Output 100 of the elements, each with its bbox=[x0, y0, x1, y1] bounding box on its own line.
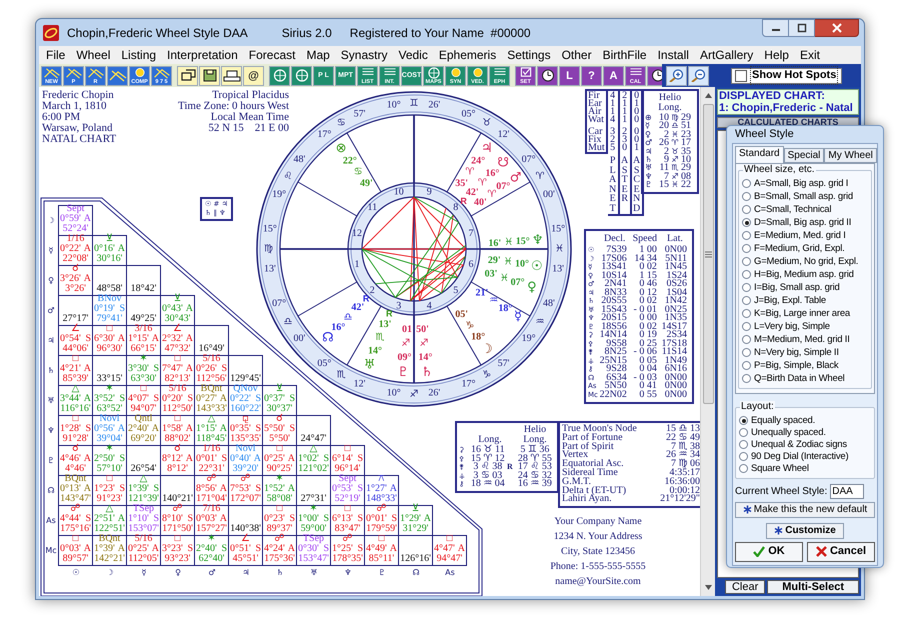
aspect-angle: 39°04' bbox=[96, 434, 122, 444]
radio-option[interactable]: H=Big, Medium asp. grid bbox=[742, 268, 854, 280]
house-number: 2 bbox=[370, 285, 375, 296]
radio-option[interactable]: P=Big, Simple, Black bbox=[742, 360, 838, 372]
toolbar-button[interactable]: L bbox=[559, 66, 580, 86]
radio-option[interactable]: Equally spaced. bbox=[739, 414, 816, 426]
radio-option[interactable]: J=Big, Expl. Table bbox=[742, 294, 826, 306]
toolbar-button[interactable] bbox=[537, 66, 558, 86]
radio-option[interactable]: Square Wheel bbox=[739, 462, 809, 474]
aspect-angle: 143°47' bbox=[60, 494, 91, 504]
menu-item[interactable]: File bbox=[45, 46, 66, 64]
aspect-label: 3/16 bbox=[134, 324, 152, 334]
cusp-degree: 07° bbox=[272, 298, 286, 309]
radio-option[interactable]: A=Small, Big asp. grid I bbox=[742, 178, 848, 190]
radio-option[interactable]: 90 Deg Dial (Interactive) bbox=[739, 450, 848, 462]
customize-button[interactable]: Customize bbox=[766, 522, 844, 538]
phase-mark: S bbox=[153, 394, 159, 404]
menu-item[interactable]: BirthFile bbox=[602, 46, 648, 64]
phase-mark: S bbox=[187, 514, 193, 524]
radio-option[interactable]: L=Very big, Simple bbox=[742, 320, 830, 332]
row-label: ♀ bbox=[47, 275, 55, 287]
app-version: Sirius 2.0 bbox=[282, 24, 332, 42]
radio-option[interactable]: K=Big, Large inner area bbox=[742, 308, 850, 320]
toolbar-button[interactable]: ? bbox=[581, 66, 602, 86]
tab[interactable]: Special bbox=[784, 148, 824, 162]
phase-mark: A bbox=[84, 544, 91, 554]
aspect-label: △ bbox=[208, 414, 216, 424]
maximize-button[interactable] bbox=[789, 19, 815, 37]
toolbar-button[interactable] bbox=[177, 66, 198, 86]
helio-degree: 9 bbox=[664, 156, 669, 164]
radio-option[interactable]: E=Medium, Med. grid I bbox=[742, 230, 846, 242]
orb-value: 8°12' bbox=[162, 454, 183, 464]
menu-item[interactable]: Forecast bbox=[248, 46, 296, 64]
hot-spots-checkbox[interactable]: Show Hot Spots bbox=[731, 68, 842, 84]
toolbar-button[interactable]: A bbox=[603, 66, 624, 86]
toolbar-button[interactable] bbox=[647, 66, 662, 86]
aspect-angle: 157°27' bbox=[196, 524, 227, 534]
menu-item[interactable]: Help bbox=[763, 46, 790, 64]
menu-item[interactable]: Install bbox=[656, 46, 690, 64]
point-label: Part of Spirit bbox=[562, 442, 614, 452]
radio-option[interactable]: C=Small, Technical bbox=[742, 204, 832, 216]
table-cell-text: 25N15 bbox=[600, 356, 628, 365]
radio-option[interactable]: F=Medium, Grid, Expl. bbox=[742, 242, 845, 254]
radio-option[interactable]: Q=Birth Data in Wheel bbox=[742, 372, 845, 384]
retrograde-mark: R bbox=[460, 196, 467, 206]
close-button[interactable] bbox=[815, 19, 859, 37]
default-button[interactable]: Make this the new default bbox=[735, 502, 875, 518]
menu-item[interactable]: Wheel bbox=[75, 46, 112, 64]
radio-option[interactable]: B=Small, Small asp. grid bbox=[742, 190, 853, 202]
planet-degree: 07° bbox=[496, 180, 510, 192]
menu-item[interactable]: Interpretation bbox=[166, 46, 239, 64]
current-style-field[interactable]: DAA bbox=[830, 484, 864, 498]
house-number: 1 bbox=[354, 258, 360, 270]
radio-option[interactable]: M=Medium, Med. grid II bbox=[742, 334, 850, 346]
menu-item[interactable]: Settings bbox=[506, 46, 552, 64]
menu-item[interactable]: Ephemeris bbox=[438, 46, 498, 64]
aspect-angle: 44°06' bbox=[62, 344, 88, 354]
scrollbar-thumb[interactable] bbox=[702, 104, 714, 404]
radio-option[interactable]: I=Big, Small asp. grid bbox=[742, 282, 840, 294]
table-cell-text: 2S34 bbox=[666, 331, 688, 340]
toolbar-button[interactable] bbox=[666, 66, 687, 86]
tab[interactable]: My Wheel bbox=[824, 148, 877, 162]
phase-mark: S bbox=[357, 484, 363, 494]
toolbar-button[interactable] bbox=[688, 66, 709, 86]
aspect-angle: 27°17' bbox=[62, 314, 88, 324]
panel-button[interactable]: Multi-Select bbox=[767, 580, 859, 594]
aspect-label: ⊻ bbox=[106, 234, 114, 244]
aspect-angle: 148°33' bbox=[366, 494, 397, 504]
radio-option[interactable]: Unequally spaced. bbox=[739, 426, 826, 438]
panel-button[interactable]: Clear bbox=[724, 580, 766, 594]
tab[interactable]: Standard bbox=[735, 146, 784, 162]
menu-item[interactable]: Exit bbox=[798, 46, 821, 64]
menu-item[interactable]: Other bbox=[560, 46, 593, 64]
cancel-button[interactable]: Cancel bbox=[807, 542, 875, 562]
planet-degree: 24° bbox=[471, 155, 486, 166]
toolbar-button[interactable]: @ bbox=[243, 66, 264, 86]
minimize-button[interactable] bbox=[762, 19, 789, 37]
zodiac-sign: ♐ bbox=[670, 172, 680, 181]
ok-button[interactable]: OK bbox=[735, 542, 803, 562]
toolbar-button[interactable] bbox=[199, 66, 220, 86]
zodiac-sign: ♓ bbox=[670, 130, 680, 139]
company-text: City, State 123456 bbox=[560, 547, 636, 557]
menu-item[interactable]: Listing bbox=[120, 46, 158, 64]
point-value: 16:36:00 bbox=[664, 478, 700, 487]
menu-item[interactable]: Synastry bbox=[340, 46, 388, 64]
radio-option[interactable]: D=Small, Big asp. grid II bbox=[742, 216, 852, 228]
phase-mark: A bbox=[152, 544, 159, 554]
element-label: Fix bbox=[588, 136, 602, 144]
helio-minute: 35 bbox=[681, 148, 692, 156]
radio-option[interactable]: Unequal & Zodiac signs bbox=[739, 438, 847, 450]
chart-info-text: Tropical Placidus bbox=[212, 90, 289, 101]
zodiac-sign: ♓ bbox=[504, 236, 514, 248]
menu-item[interactable]: Map bbox=[305, 46, 331, 64]
phase-mark: S bbox=[255, 424, 261, 434]
radio-option[interactable]: G=Medium, No grid, Expl. bbox=[742, 256, 858, 268]
menu-item[interactable]: ArtGallery bbox=[698, 46, 754, 64]
menu-item[interactable]: Vedic bbox=[397, 46, 429, 64]
orb-value: 0°13' bbox=[60, 484, 81, 494]
toolbar-button[interactable] bbox=[221, 66, 242, 86]
radio-option[interactable]: N=Very big, Simple II bbox=[742, 346, 839, 358]
